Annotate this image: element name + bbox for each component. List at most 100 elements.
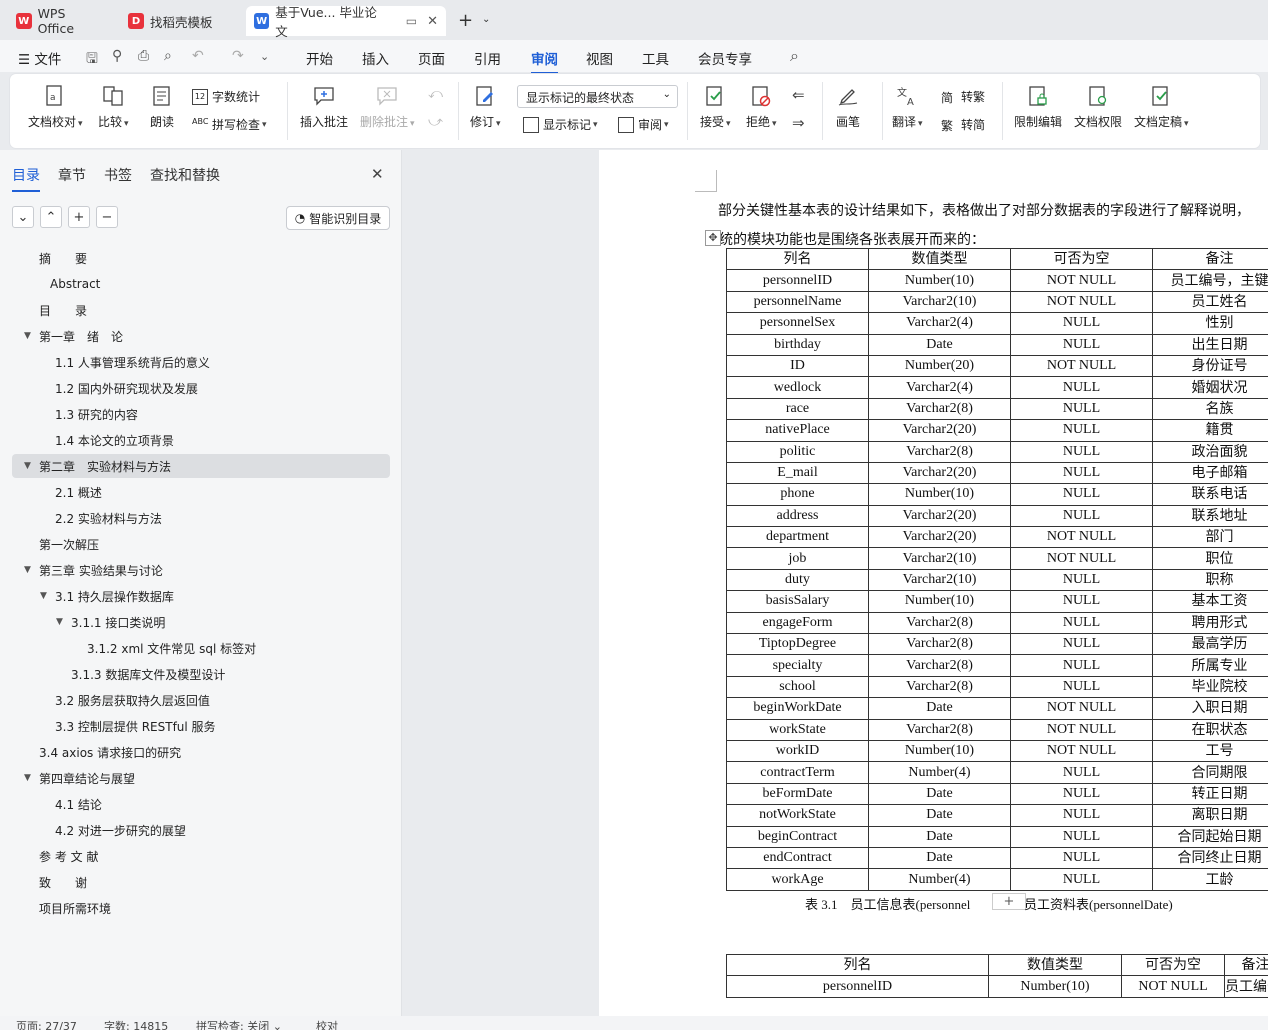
table-cell[interactable]: Number(4): [868, 868, 1011, 891]
toc-item[interactable]: ▼ 第二章 实验材料与方法: [12, 454, 390, 478]
table-cell[interactable]: NULL: [1010, 761, 1153, 784]
table-cell[interactable]: NULL: [1010, 440, 1153, 463]
table-cell[interactable]: NOT NULL: [1010, 547, 1153, 570]
table-cell[interactable]: duty: [726, 568, 869, 592]
table-cell[interactable]: TiptopDegree: [726, 633, 869, 656]
menu-insert[interactable]: 插入: [362, 48, 389, 68]
table-cell[interactable]: Varchar2(8): [868, 675, 1011, 699]
menu-vip[interactable]: 会员专享: [698, 48, 752, 68]
close-panel-icon[interactable]: ✕: [371, 165, 384, 183]
table-cell[interactable]: Number(10): [868, 483, 1011, 506]
table-cell[interactable]: Varchar2(20): [868, 526, 1011, 549]
table-cell[interactable]: NOT NULL: [1010, 290, 1153, 314]
table-cell[interactable]: 在职状态: [1152, 718, 1268, 741]
table-cell[interactable]: 员工编号，主: [1224, 975, 1268, 998]
spell-check-status[interactable]: 拼写检查: 关闭 ⌄: [196, 1018, 282, 1030]
menu-view[interactable]: 视图: [586, 48, 613, 68]
remove-heading-button[interactable]: −: [96, 206, 118, 228]
tab-toc[interactable]: 目录: [12, 165, 40, 192]
table-cell[interactable]: Number(4): [868, 761, 1011, 784]
menu-start[interactable]: 开始: [306, 48, 333, 68]
collapse-all-button[interactable]: ⌄: [12, 206, 34, 228]
table-cell[interactable]: 离职日期: [1152, 804, 1268, 827]
proofread-status[interactable]: 校对: [316, 1018, 338, 1030]
table-cell[interactable]: specialty: [726, 654, 869, 677]
tab-docer[interactable]: D 找稻壳模板: [120, 6, 238, 36]
toc-item[interactable]: 2.1 概述: [0, 480, 402, 504]
table-cell[interactable]: 合同期限: [1152, 761, 1268, 784]
table-cell[interactable]: Number(10): [988, 975, 1122, 998]
table-cell[interactable]: 电子邮箱: [1152, 461, 1268, 485]
table-cell[interactable]: Date: [868, 825, 1011, 848]
table-cell[interactable]: Varchar2(8): [868, 611, 1011, 635]
table-cell[interactable]: personnelName: [726, 290, 869, 314]
prev-change-icon[interactable]: ⇐: [792, 86, 805, 104]
toc-item[interactable]: 致 谢: [0, 870, 402, 894]
table-cell[interactable]: 职位: [1152, 547, 1268, 570]
table-cell[interactable]: NULL: [1010, 846, 1153, 870]
table-cell[interactable]: address: [726, 504, 869, 528]
finalize-button[interactable]: 文档定稿 ▾: [1134, 84, 1189, 130]
tab-find-replace[interactable]: 查找和替换: [150, 165, 220, 185]
table-cell[interactable]: beginWorkDate: [726, 697, 869, 720]
print-preview-icon[interactable]: ⌕: [164, 48, 172, 64]
expand-toggle-icon[interactable]: ▼: [24, 331, 31, 341]
table-cell[interactable]: 员工姓名: [1152, 290, 1268, 314]
add-heading-button[interactable]: +: [68, 206, 90, 228]
toc-item[interactable]: 3.4 axios 请求接口的研究: [0, 740, 402, 764]
toc-item[interactable]: 1.3 研究的内容: [0, 402, 402, 426]
table-cell[interactable]: NULL: [1010, 804, 1153, 827]
table-cell[interactable]: NULL: [1010, 590, 1153, 613]
table-cell[interactable]: Varchar2(20): [868, 504, 1011, 528]
table-cell[interactable]: Number(10): [868, 739, 1011, 763]
table-cell[interactable]: Varchar2(8): [868, 654, 1011, 677]
toc-item[interactable]: 1.4 本论文的立项背景: [0, 428, 402, 452]
print-icon[interactable]: ⎙: [138, 48, 149, 64]
table-cell[interactable]: school: [726, 675, 869, 699]
table-cell[interactable]: Varchar2(8): [868, 718, 1011, 741]
review-pane-button[interactable]: 审阅 ▾: [618, 116, 669, 133]
table-cell[interactable]: Varchar2(4): [868, 376, 1011, 399]
table-cell[interactable]: 联系电话: [1152, 483, 1268, 506]
table-cell[interactable]: 身份证号: [1152, 354, 1268, 378]
table-cell[interactable]: 联系地址: [1152, 504, 1268, 528]
table-cell[interactable]: 性别: [1152, 312, 1268, 335]
table-cell[interactable]: NOT NULL: [1010, 718, 1153, 741]
accept-button[interactable]: 接受 ▾: [700, 84, 731, 130]
table-cell[interactable]: 职称: [1152, 568, 1268, 592]
translate-button[interactable]: 文A 翻译 ▾: [892, 84, 923, 130]
table-cell[interactable]: NOT NULL: [1010, 739, 1153, 763]
table-cell[interactable]: engageForm: [726, 611, 869, 635]
toc-item[interactable]: ▼ 第三章 实验结果与讨论: [0, 558, 402, 582]
markup-state-select[interactable]: 显示标记的最终状态 ⌄: [517, 85, 678, 108]
table-cell[interactable]: NULL: [1010, 483, 1153, 506]
table-cell[interactable]: NULL: [1010, 825, 1153, 848]
tab-list-chevron-icon[interactable]: ⌄: [482, 14, 490, 25]
table-cell[interactable]: 基本工资: [1152, 590, 1268, 613]
table-cell[interactable]: Varchar2(10): [868, 290, 1011, 314]
next-change-icon[interactable]: ⇒: [792, 114, 805, 132]
word-count-status[interactable]: 字数: 14815: [104, 1018, 168, 1030]
table-cell[interactable]: workAge: [726, 868, 869, 891]
table-cell[interactable]: Number(20): [868, 354, 1011, 378]
toc-item[interactable]: 3.2 服务层获取持久层返回值: [0, 688, 402, 712]
table-cell[interactable]: NULL: [1010, 868, 1153, 891]
table-cell[interactable]: Date: [868, 846, 1011, 870]
table-cell[interactable]: Varchar2(8): [868, 397, 1011, 421]
table-cell[interactable]: 工龄: [1152, 868, 1268, 891]
table-cell[interactable]: Number(10): [868, 269, 1011, 292]
table-cell[interactable]: NULL: [1010, 782, 1153, 806]
table-cell[interactable]: Number(10): [868, 590, 1011, 613]
word-count-button[interactable]: 12 字数统计: [192, 88, 260, 105]
table-cell[interactable]: NULL: [1010, 633, 1153, 656]
table-cell[interactable]: NULL: [1010, 376, 1153, 399]
table-cell[interactable]: 聘用形式: [1152, 611, 1268, 635]
table-cell[interactable]: endContract: [726, 846, 869, 870]
page-indicator[interactable]: 页面: 27/37: [16, 1018, 77, 1030]
table-cell[interactable]: politic: [726, 440, 869, 463]
table-cell[interactable]: 出生日期: [1152, 333, 1268, 356]
table-cell[interactable]: NOT NULL: [1010, 697, 1153, 720]
spell-check-button[interactable]: ABC 拼写检查 ▾: [192, 116, 267, 133]
table-cell[interactable]: NULL: [1010, 333, 1153, 356]
doc-permission-button[interactable]: 文档权限: [1074, 84, 1122, 130]
